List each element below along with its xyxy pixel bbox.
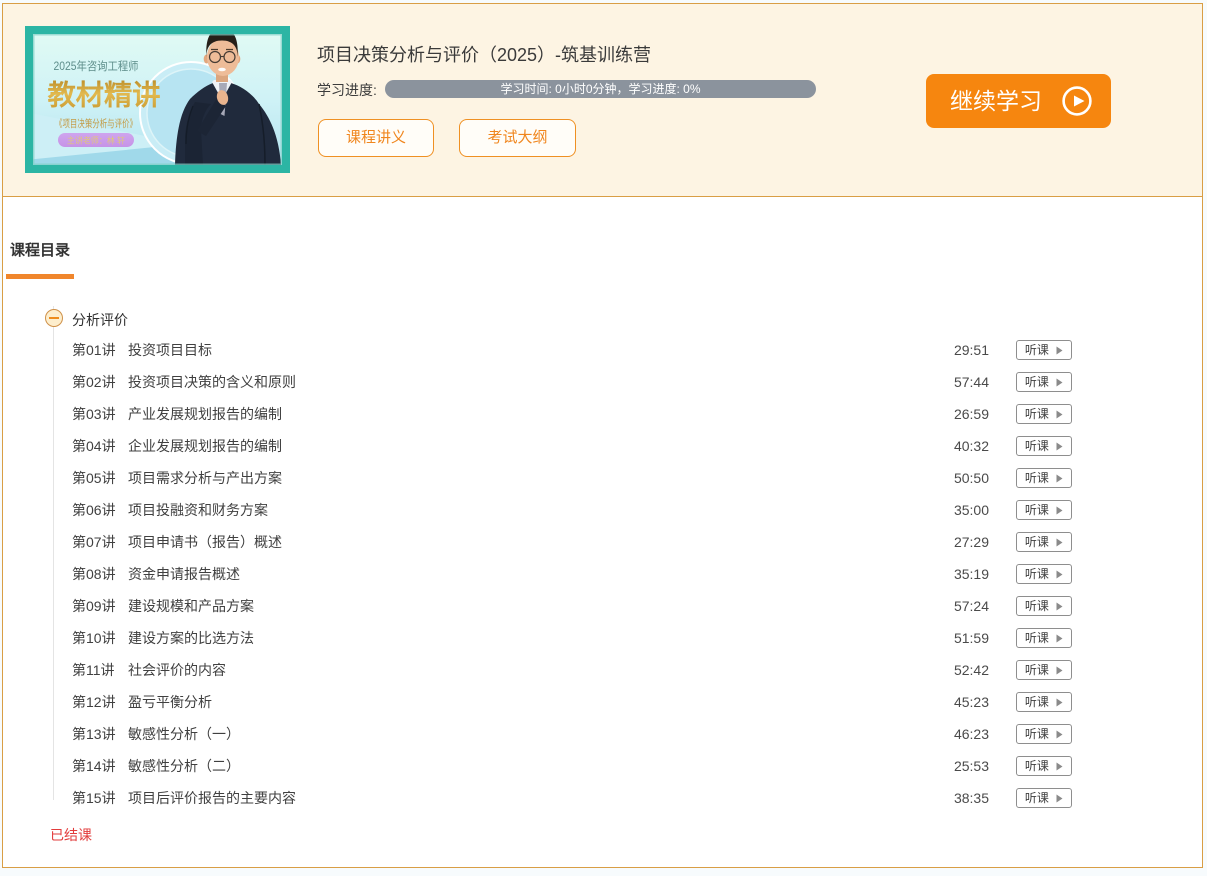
- svg-text:《项目决策分析与评价》: 《项目决策分析与评价》: [55, 117, 137, 130]
- svg-text:教材精讲: 教材精讲: [48, 80, 161, 112]
- svg-text:主讲老师：林 轩: 主讲老师：林 轩: [67, 136, 125, 146]
- svg-text:2025年咨询工程师: 2025年咨询工程师: [54, 59, 139, 73]
